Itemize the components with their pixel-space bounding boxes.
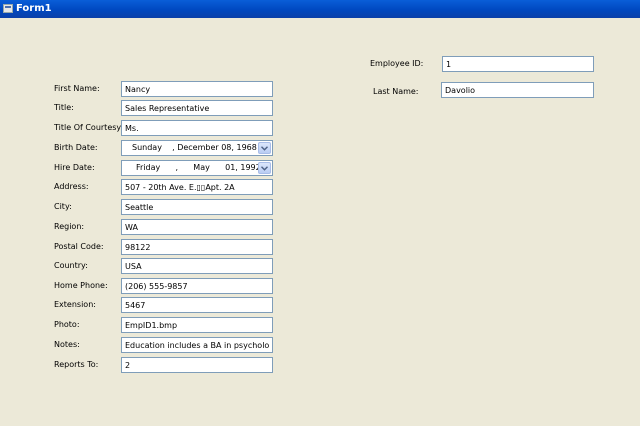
first-name-input[interactable] xyxy=(121,81,273,97)
region-input[interactable] xyxy=(121,219,273,235)
window-titlebar[interactable]: Form1 xyxy=(0,0,640,18)
reports-to-input[interactable] xyxy=(121,357,273,373)
chevron-down-icon xyxy=(261,166,268,171)
city-input[interactable] xyxy=(121,199,273,215)
title-input[interactable] xyxy=(121,100,273,116)
last-name-label: Last Name: xyxy=(373,87,419,96)
hire-date-dropdown-button[interactable] xyxy=(258,162,271,174)
title-label: Title: xyxy=(54,103,74,112)
form-icon xyxy=(3,4,13,13)
title-of-courtesy-input[interactable] xyxy=(121,120,273,136)
window-title: Form1 xyxy=(16,3,52,14)
chevron-down-icon xyxy=(261,146,268,151)
region-label: Region: xyxy=(54,222,85,231)
hire-date-value: Friday , May 01, 1992 xyxy=(136,163,261,172)
postal-code-input[interactable] xyxy=(121,239,273,255)
notes-label: Notes: xyxy=(54,340,80,349)
reports-to-label: Reports To: xyxy=(54,360,99,369)
city-label: City: xyxy=(54,202,72,211)
photo-input[interactable] xyxy=(121,317,273,333)
address-input[interactable] xyxy=(121,179,273,195)
home-phone-label: Home Phone: xyxy=(54,281,108,290)
first-name-label: First Name: xyxy=(54,84,100,93)
hire-date-label: Hire Date: xyxy=(54,163,95,172)
extension-input[interactable] xyxy=(121,297,273,313)
postal-code-label: Postal Code: xyxy=(54,242,104,251)
extension-label: Extension: xyxy=(54,300,96,309)
birth-date-label: Birth Date: xyxy=(54,143,98,152)
notes-input[interactable] xyxy=(121,337,273,353)
employee-id-input[interactable] xyxy=(442,56,594,72)
birth-date-dropdown-button[interactable] xyxy=(258,142,271,154)
birth-date-value: Sunday , December 08, 1968 xyxy=(132,143,257,152)
last-name-input[interactable] xyxy=(441,82,594,98)
country-input[interactable] xyxy=(121,258,273,274)
photo-label: Photo: xyxy=(54,320,80,329)
hire-date-picker[interactable]: Friday , May 01, 1992 xyxy=(121,160,273,176)
country-label: Country: xyxy=(54,261,88,270)
home-phone-input[interactable] xyxy=(121,278,273,294)
employee-id-label: Employee ID: xyxy=(370,59,424,68)
address-label: Address: xyxy=(54,182,89,191)
birth-date-picker[interactable]: Sunday , December 08, 1968 xyxy=(121,140,273,156)
title-of-courtesy-label: Title Of Courtesy: xyxy=(54,123,124,132)
